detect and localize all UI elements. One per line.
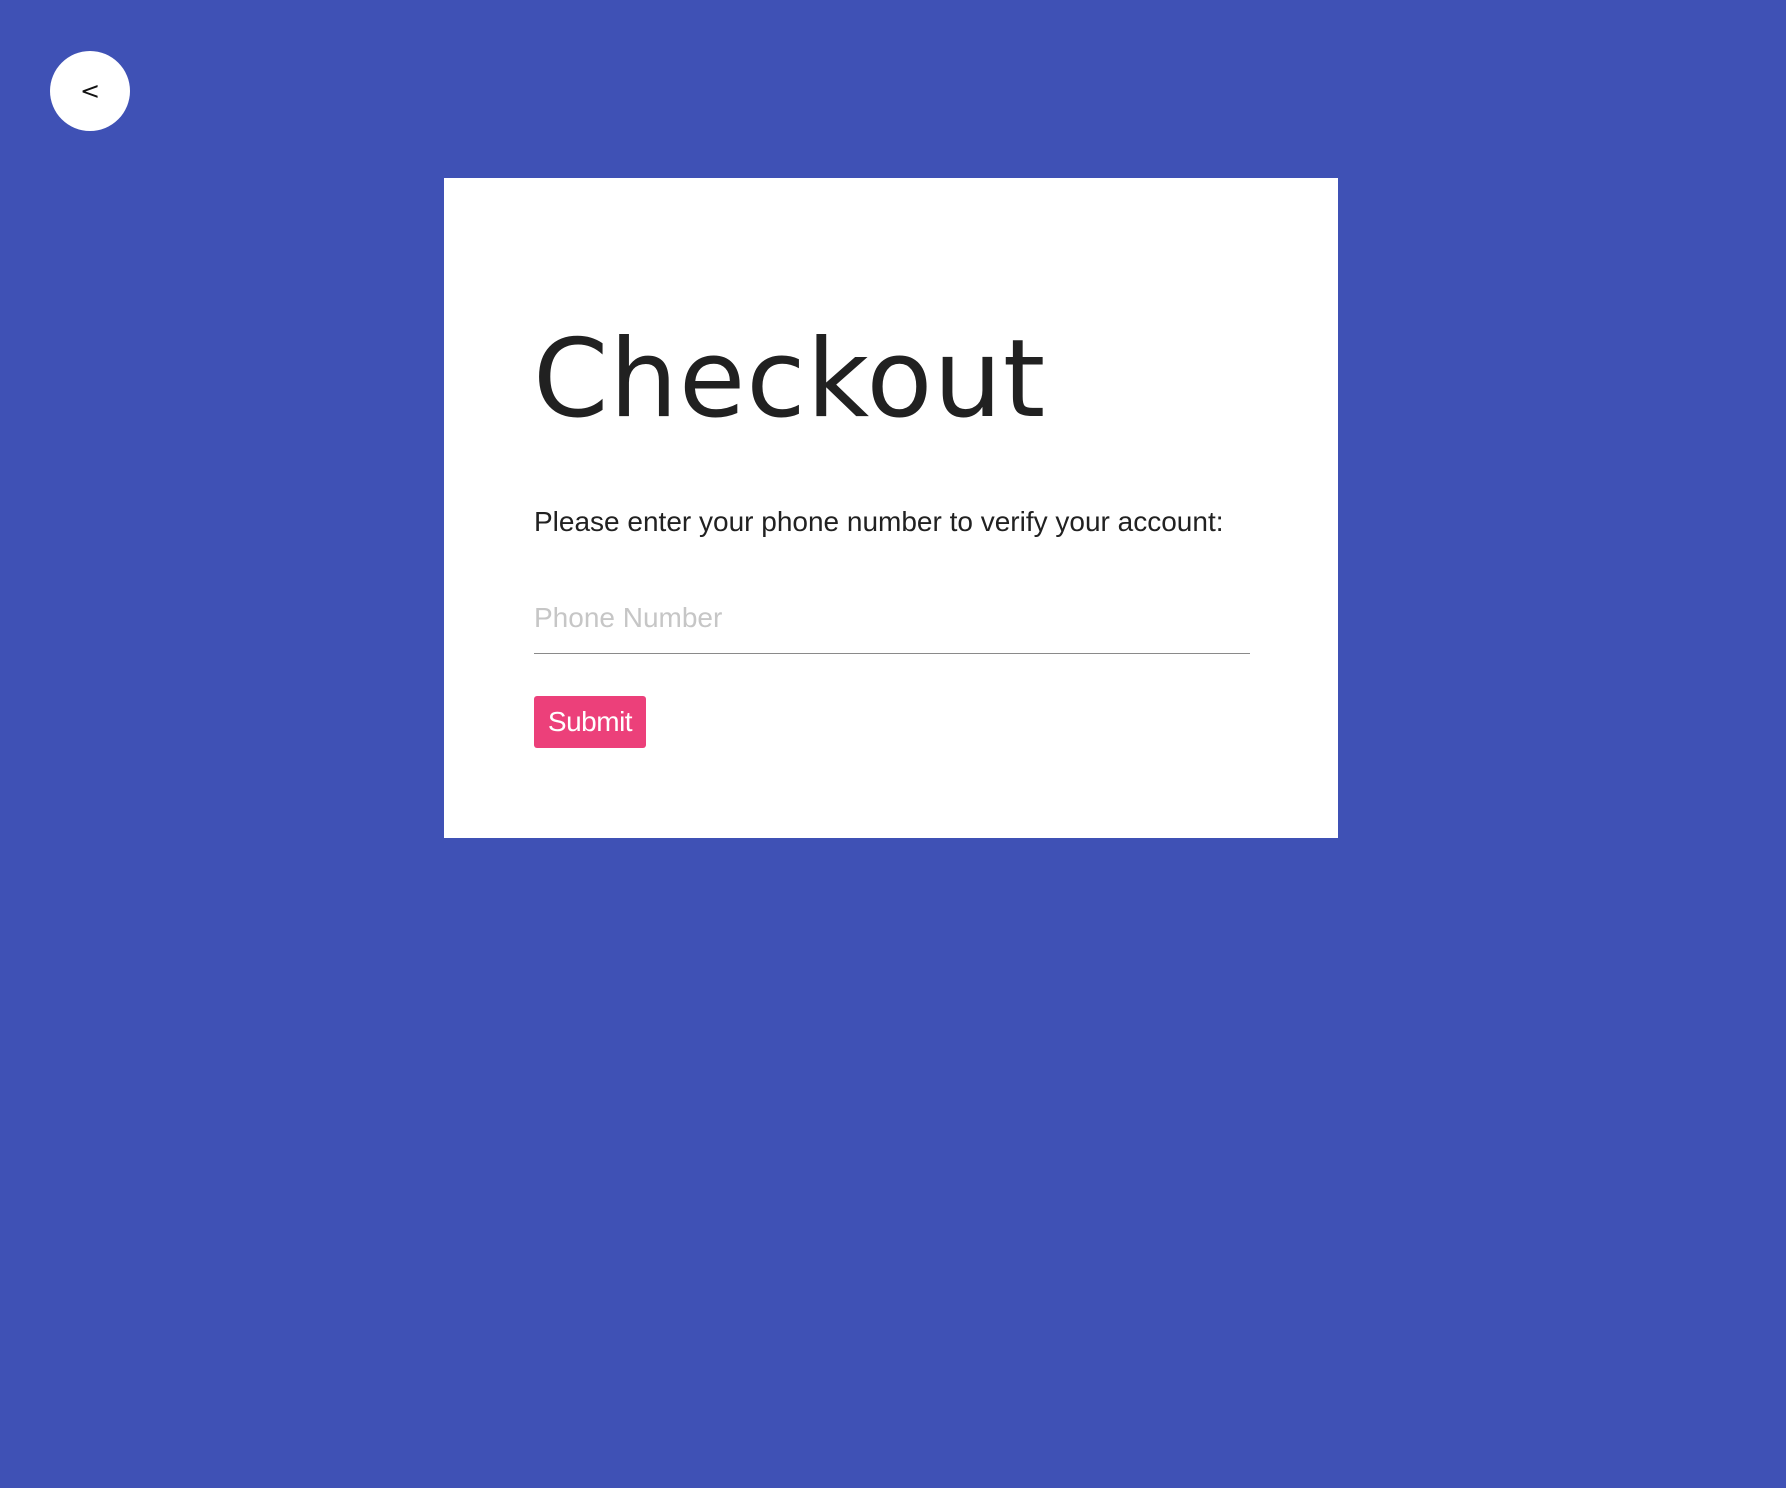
instructions-text: Please enter your phone number to verify…	[534, 506, 1224, 537]
submit-button[interactable]: Submit	[534, 696, 646, 748]
chevron-left-icon: <	[79, 77, 101, 105]
phone-number-input[interactable]	[534, 582, 1250, 654]
page-title: Checkout	[533, 317, 1047, 442]
back-button[interactable]: <	[50, 51, 130, 131]
checkout-card: Checkout Please enter your phone number …	[444, 178, 1338, 838]
